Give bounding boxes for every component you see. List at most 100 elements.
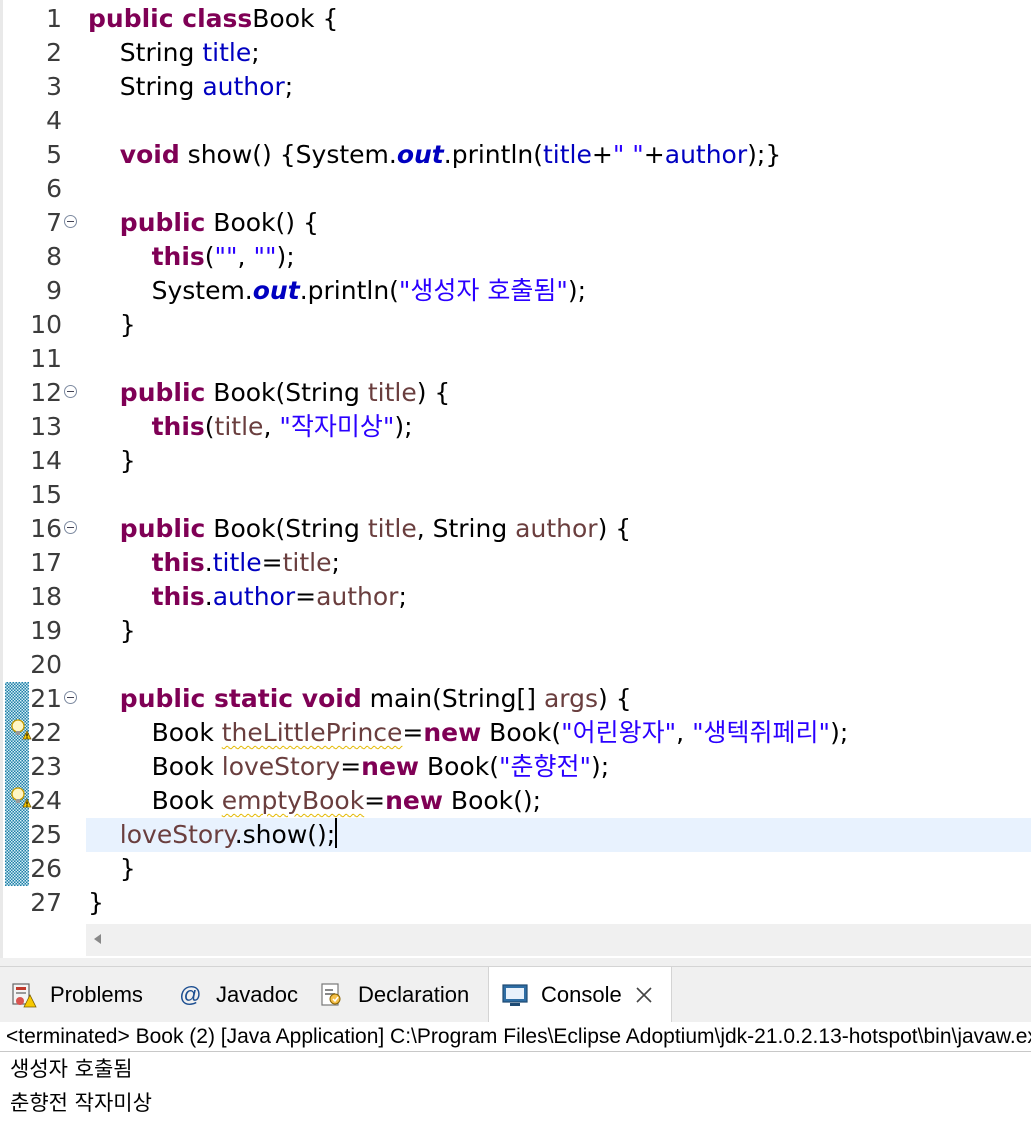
code-token: author (202, 72, 285, 101)
code-token: .println( (299, 276, 399, 305)
code-token: title (543, 140, 592, 169)
code-token: new (385, 786, 443, 815)
code-token: ); (276, 242, 295, 271)
code-token: ) { (598, 684, 632, 713)
tab-problems[interactable]: Problems (10, 967, 160, 1023)
code-token: Book(String (205, 514, 368, 543)
console-output[interactable]: 생성자 호출됨 춘향전 작자미상 (0, 1052, 1031, 1122)
fold-toggle-icon[interactable] (64, 385, 77, 398)
tab-console[interactable]: Console (488, 967, 672, 1023)
code-line[interactable]: 21 public static void main(String[] args… (0, 682, 1031, 716)
code-line[interactable]: 6 (0, 172, 1031, 206)
code-token: } (88, 446, 136, 475)
code-token: "" (253, 242, 277, 271)
code-token: this (151, 548, 205, 577)
code-token: String (88, 72, 203, 101)
code-token: ( (204, 412, 215, 441)
code-token: , (263, 412, 280, 441)
code-token: new (361, 752, 420, 781)
code-text: } (88, 444, 136, 478)
code-line[interactable]: 26 } (0, 852, 1031, 886)
code-line[interactable]: 18 this.author=author; (0, 580, 1031, 614)
line-number: 17 (30, 548, 62, 577)
tab-javadoc[interactable]: @ Javadoc (176, 967, 306, 1023)
line-number: 24 (30, 786, 62, 815)
line-number: 12 (30, 378, 62, 407)
code-line[interactable]: 10 } (0, 308, 1031, 342)
code-token: theLittlePrince (221, 718, 403, 747)
code-line[interactable]: 7 public Book() { (0, 206, 1031, 240)
code-token: ; (398, 582, 407, 611)
code-token: author (212, 582, 296, 611)
code-text: Book emptyBook=new Book(); (88, 784, 542, 818)
code-token: = (340, 752, 362, 781)
code-text: public classBook { (88, 2, 338, 36)
code-text: } (88, 852, 136, 886)
code-editor[interactable]: 1 public classBook {2 String title; 3 Stri… (0, 0, 1031, 958)
line-number: 10 (30, 310, 62, 339)
code-token: title (212, 548, 262, 577)
code-text: public Book(String title) { (88, 376, 451, 410)
line-number: 15 (30, 480, 62, 509)
code-line[interactable]: 22 Book theLittlePrince=new Book("어린왕자",… (0, 716, 1031, 750)
code-token: emptyBook (221, 786, 365, 815)
code-token: args (543, 684, 599, 713)
line-number: 7 (46, 208, 62, 237)
code-token: this (151, 242, 205, 271)
code-line-current[interactable]: 25 loveStory.show(); (30, 818, 1031, 852)
bottom-panel-tabbar: Problems @ Javadoc Declaration Console (0, 966, 1031, 1023)
code-line[interactable]: 23 Book loveStory=new Book("춘향전"); (0, 750, 1031, 784)
code-line[interactable]: 16 public Book(String title, String auth… (0, 512, 1031, 546)
code-line[interactable]: 3 String author; (0, 70, 1031, 104)
code-token: "생성자 호출됨" (398, 276, 568, 305)
fold-toggle-icon[interactable] (64, 691, 77, 704)
code-line[interactable]: 11 (0, 342, 1031, 376)
code-line[interactable]: 14 } (0, 444, 1031, 478)
code-line[interactable]: 9 System.out.println("생성자 호출됨"); (0, 274, 1031, 308)
code-token: + (591, 140, 613, 169)
code-token: String (88, 38, 203, 67)
line-number: 13 (30, 412, 62, 441)
code-token: = (364, 786, 386, 815)
close-icon[interactable] (634, 985, 654, 1005)
line-number: 1 (46, 4, 62, 33)
code-text: String title; (88, 36, 260, 70)
code-line[interactable]: 12 public Book(String title) { (0, 376, 1031, 410)
code-text: } (88, 614, 136, 648)
code-line[interactable]: 15 (0, 478, 1031, 512)
code-token: Book( (481, 718, 562, 747)
line-number: 8 (46, 242, 62, 271)
line-number: 11 (30, 344, 62, 373)
fold-toggle-icon[interactable] (64, 521, 77, 534)
code-token: Book( (419, 752, 499, 781)
code-line[interactable]: 13 this(title, "작자미상"); (0, 410, 1031, 444)
fold-toggle-icon[interactable] (64, 215, 77, 228)
code-token: ); (394, 412, 413, 441)
code-token: ); (567, 276, 587, 305)
code-token: this (151, 412, 205, 441)
code-line[interactable]: 2 String title; (0, 36, 1031, 70)
code-line[interactable]: 5 void show() {System.out.println(title+… (0, 138, 1031, 172)
scroll-left-icon[interactable] (94, 934, 101, 944)
code-token: "생텍쥐페리" (692, 718, 831, 747)
code-token: . (204, 582, 213, 611)
code-line[interactable]: 4 (0, 104, 1031, 138)
code-line[interactable]: 17 this.title=title; (0, 546, 1031, 580)
code-token: title (214, 412, 264, 441)
tab-label: Javadoc (216, 982, 298, 1007)
code-token: author (316, 582, 399, 611)
code-line[interactable]: 8 this("", ""); (0, 240, 1031, 274)
code-line[interactable]: 24 Book emptyBook=new Book(); (0, 784, 1031, 818)
code-line[interactable]: 20 (0, 648, 1031, 682)
code-text: String author; (88, 70, 293, 104)
code-token: Book { (252, 4, 339, 33)
code-line[interactable]: 27} (0, 886, 1031, 920)
code-token: public (119, 208, 206, 237)
code-line[interactable]: 1 public classBook { (0, 2, 1031, 36)
horizontal-scrollbar[interactable] (86, 924, 1031, 956)
tab-declaration[interactable]: Declaration (318, 967, 484, 1023)
line-number: 27 (30, 888, 62, 917)
code-line[interactable]: 19 } (0, 614, 1031, 648)
